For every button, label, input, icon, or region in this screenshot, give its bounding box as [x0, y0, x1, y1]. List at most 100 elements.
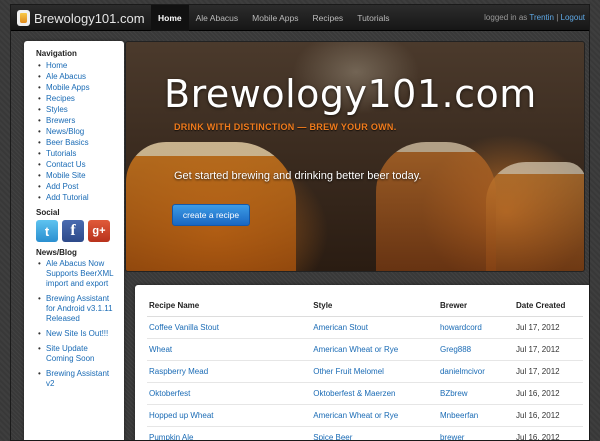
column-header: Brewer	[437, 297, 515, 317]
sidebar-link[interactable]: Brewers	[46, 116, 75, 125]
beer-glass-image	[376, 142, 496, 271]
recipe-link[interactable]: Hopped up Wheat	[149, 411, 214, 420]
brand-link[interactable]: Brewology101.com	[17, 9, 145, 27]
style-link[interactable]: American Stout	[313, 323, 368, 332]
facebook-icon[interactable]: f	[62, 220, 84, 242]
sidebar-link[interactable]: Home	[46, 61, 67, 70]
news-heading: News/Blog	[36, 248, 77, 257]
sidebar-link[interactable]: Recipes	[46, 94, 75, 103]
style-link[interactable]: Oktoberfest & Maerzen	[313, 389, 395, 398]
social-heading: Social	[36, 208, 60, 217]
sidebar-item-add-post: Add Post	[38, 181, 116, 192]
table-row: Raspberry Mead Other Fruit Melomel danie…	[147, 360, 583, 383]
sidebar-item-tutorials: Tutorials	[38, 148, 116, 159]
sidebar-link[interactable]: News/Blog	[46, 127, 84, 136]
hero-title: Brewology101.com	[164, 72, 537, 116]
news-link[interactable]: Site Update Coming Soon	[46, 344, 94, 363]
beer-glass-image	[486, 162, 584, 271]
nav-mobile-apps[interactable]: Mobile Apps	[245, 5, 305, 31]
sidebar-link[interactable]: Styles	[46, 105, 68, 114]
sidebar-item-add-tutorial: Add Tutorial	[38, 192, 116, 203]
table-row: Oktoberfest Oktoberfest & Maerzen BZbrew…	[147, 382, 583, 405]
twitter-icon[interactable]: t	[36, 220, 58, 242]
navigation-list: Home Ale Abacus Mobile Apps Recipes Styl…	[38, 60, 116, 203]
sidebar-item-styles: Styles	[38, 104, 116, 115]
table-row: Hopped up Wheat American Wheat or Rye Mn…	[147, 404, 583, 427]
brewer-link[interactable]: Mnbeerfan	[440, 411, 478, 420]
sidebar-item-mobile-apps: Mobile Apps	[38, 82, 116, 93]
user-area: logged in as Trentin | Logout	[484, 5, 585, 31]
recipe-link[interactable]: Raspberry Mead	[149, 367, 208, 376]
hero-banner: Brewology101.com DRINK WITH DISTINCTION …	[125, 41, 585, 272]
brewer-link[interactable]: BZbrew	[440, 389, 468, 398]
sidebar-item-ale-abacus: Ale Abacus	[38, 71, 116, 82]
username-link[interactable]: Trentin	[529, 13, 554, 22]
navigation-heading: Navigation	[36, 49, 77, 58]
style-link[interactable]: Other Fruit Melomel	[313, 367, 384, 376]
sidebar-item-brewers: Brewers	[38, 115, 116, 126]
sidebar-link[interactable]: Add Post	[46, 182, 78, 191]
sidebar-link[interactable]: Mobile Apps	[46, 83, 90, 92]
logged-in-label: logged in as	[484, 13, 528, 22]
recipe-link[interactable]: Coffee Vanilla Stout	[149, 323, 219, 332]
sidebar-link[interactable]: Beer Basics	[46, 138, 89, 147]
hero-subtitle: Get started brewing and drinking better …	[174, 170, 422, 182]
date-cell: Jul 17, 2012	[514, 338, 583, 361]
main-nav: Home Ale Abacus Mobile Apps Recipes Tuto…	[151, 5, 396, 31]
news-link[interactable]: Ale Abacus Now Supports BeerXML import a…	[46, 259, 113, 288]
date-cell: Jul 16, 2012	[514, 404, 583, 427]
news-link[interactable]: New Site Is Out!!!	[46, 329, 108, 338]
column-header: Recipe Name	[147, 297, 312, 317]
recipe-link[interactable]: Oktoberfest	[149, 389, 190, 398]
social-links: t f g+	[36, 220, 116, 242]
brewer-link[interactable]: danielmcivor	[440, 367, 485, 376]
sidebar-link[interactable]: Mobile Site	[46, 171, 86, 180]
news-item: Brewing Assistant v2	[38, 369, 116, 389]
browser-frame: Brewology101.com Home Ale Abacus Mobile …	[10, 4, 590, 441]
style-link[interactable]: American Wheat or Rye	[313, 411, 398, 420]
sidebar-link[interactable]: Add Tutorial	[46, 193, 89, 202]
recipes-table: Recipe Name Style Brewer Date Created Co…	[147, 297, 583, 440]
brand-name: Brewology101.com	[34, 10, 145, 26]
sidebar-link[interactable]: Ale Abacus	[46, 72, 86, 81]
beer-glass-logo-icon	[17, 10, 30, 26]
news-item: Brewing Assistant for Android v3.1.11 Re…	[38, 294, 116, 324]
date-cell: Jul 17, 2012	[514, 316, 583, 339]
table-row: Coffee Vanilla Stout American Stout howa…	[147, 316, 583, 339]
style-link[interactable]: Spice Beer	[313, 433, 352, 440]
brewer-link[interactable]: brewer	[440, 433, 464, 440]
sidebar-link[interactable]: Contact Us	[46, 160, 86, 169]
news-item: New Site Is Out!!!	[38, 329, 116, 339]
news-item: Ale Abacus Now Supports BeerXML import a…	[38, 259, 116, 289]
brewer-link[interactable]: Greg888	[440, 345, 471, 354]
nav-tutorials[interactable]: Tutorials	[350, 5, 396, 31]
sidebar-item-mobile-site: Mobile Site	[38, 170, 116, 181]
sidebar-item-news-blog: News/Blog	[38, 126, 116, 137]
date-cell: Jul 16, 2012	[514, 426, 583, 440]
news-link[interactable]: Brewing Assistant v2	[46, 369, 109, 388]
style-link[interactable]: American Wheat or Rye	[313, 345, 398, 354]
recipes-panel: Recipe Name Style Brewer Date Created Co…	[135, 285, 589, 440]
sidebar-item-recipes: Recipes	[38, 93, 116, 104]
sidebar-item-home: Home	[38, 60, 116, 71]
recipe-link[interactable]: Wheat	[149, 345, 172, 354]
recipe-link[interactable]: Pumpkin Ale	[149, 433, 193, 440]
news-item: Site Update Coming Soon	[38, 344, 116, 364]
sidebar-item-beer-basics: Beer Basics	[38, 137, 116, 148]
news-link[interactable]: Brewing Assistant for Android v3.1.11 Re…	[46, 294, 113, 323]
sidebar: Navigation Home Ale Abacus Mobile Apps R…	[24, 41, 124, 440]
google-plus-icon[interactable]: g+	[88, 220, 110, 242]
table-header-row: Recipe Name Style Brewer Date Created	[147, 297, 583, 317]
create-recipe-button[interactable]: create a recipe	[172, 204, 250, 226]
logout-link[interactable]: Logout	[561, 13, 585, 22]
date-cell: Jul 17, 2012	[514, 360, 583, 383]
nav-home[interactable]: Home	[151, 5, 189, 31]
date-cell: Jul 16, 2012	[514, 382, 583, 405]
column-header: Style	[311, 297, 438, 317]
sidebar-link[interactable]: Tutorials	[46, 149, 76, 158]
sidebar-item-contact-us: Contact Us	[38, 159, 116, 170]
brewer-link[interactable]: howardcord	[440, 323, 482, 332]
separator: |	[556, 13, 559, 22]
nav-recipes[interactable]: Recipes	[305, 5, 350, 31]
nav-ale-abacus[interactable]: Ale Abacus	[189, 5, 246, 31]
